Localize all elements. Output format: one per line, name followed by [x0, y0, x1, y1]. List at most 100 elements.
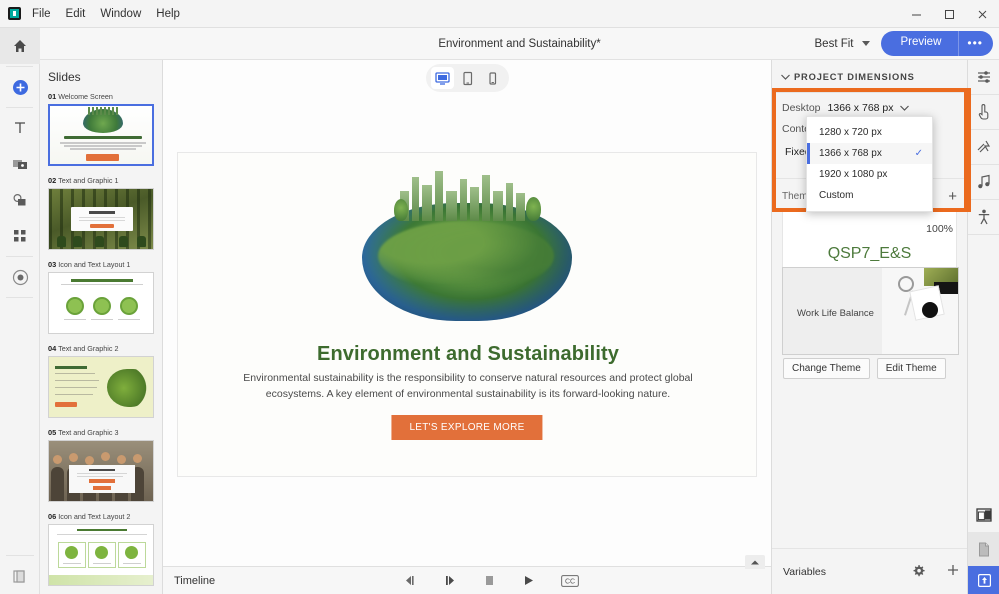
preview-tile-label: Work Life Balance — [797, 308, 874, 319]
variables-add-icon[interactable] — [947, 564, 959, 579]
slide-cta-button[interactable]: LET'S EXPLORE MORE — [391, 415, 542, 440]
zoom-select[interactable]: Best Fit — [811, 36, 875, 52]
highlight-edge — [967, 88, 971, 212]
panel-accessibility-button[interactable] — [968, 200, 999, 234]
slide-title: Icon and Text Layout 2 — [58, 512, 130, 521]
sidebar-item-add[interactable] — [0, 69, 40, 105]
thumb-line — [55, 380, 99, 381]
preview-button[interactable]: Preview — [881, 31, 958, 56]
menu-item-custom[interactable]: Custom — [807, 185, 932, 206]
thumb-icon-circle — [120, 297, 138, 315]
step-back-button[interactable] — [403, 574, 417, 587]
device-mobile-button[interactable] — [481, 67, 504, 89]
home-icon — [12, 38, 28, 54]
menu-edit[interactable]: Edit — [65, 6, 87, 22]
list-item[interactable]: 03 Icon and Text Layout 1 — [40, 260, 162, 344]
thumb-card — [71, 207, 133, 231]
slide-thumbnail[interactable] — [48, 188, 154, 250]
click-hand-icon — [977, 104, 992, 120]
sidebar-item-record[interactable] — [0, 259, 40, 295]
list-item[interactable]: 01 Welcome Screen — [40, 92, 162, 176]
stop-icon — [483, 574, 496, 587]
earth-land-graphic — [378, 221, 554, 291]
list-item[interactable]: 05 Text and Graphic 3 — [40, 428, 162, 512]
slide-thumbnail[interactable] — [48, 356, 154, 418]
maximize-button[interactable] — [933, 0, 966, 28]
sidebar-item-home[interactable] — [0, 28, 40, 64]
slide-heading: Environment and Sustainability — [178, 343, 757, 366]
menu-file[interactable]: File — [31, 6, 52, 22]
more-options-button[interactable]: ••• — [958, 31, 993, 56]
menu-item-1280x720[interactable]: 1280 x 720 px — [807, 122, 932, 143]
chevron-down-icon[interactable] — [900, 102, 909, 114]
closed-captions-button[interactable]: CC — [561, 575, 579, 587]
panel-pages-button[interactable] — [968, 532, 999, 566]
sidebar-item-shapes[interactable] — [0, 182, 40, 218]
step-forward-icon — [443, 574, 457, 587]
thumb-line — [55, 394, 93, 395]
menu-help[interactable]: Help — [155, 6, 181, 22]
device-toggle-bar — [163, 64, 771, 92]
slide-thumbnail[interactable] — [48, 104, 154, 166]
variables-label: Variables — [783, 566, 826, 578]
thumb-card — [69, 465, 135, 493]
device-tablet-button[interactable] — [456, 67, 479, 89]
project-dimensions-header[interactable]: PROJECT DIMENSIONS — [772, 60, 967, 93]
stop-button[interactable] — [483, 574, 496, 587]
slide-caption: 03 Icon and Text Layout 1 — [48, 260, 154, 269]
mobile-icon — [485, 71, 500, 86]
close-button[interactable] — [966, 0, 999, 28]
menu-item-1366x768[interactable]: 1366 x 768 px ✓ — [807, 143, 932, 164]
play-button[interactable] — [522, 574, 535, 587]
dimension-dropdown-menu[interactable]: 1280 x 720 px 1366 x 768 px ✓ 1920 x 108… — [806, 116, 933, 212]
chevron-up-icon — [750, 559, 760, 566]
panel-properties-button[interactable] — [968, 60, 999, 94]
slides-panel: Slides 01 Welcome Screen 02 Text and Gra… — [40, 60, 163, 594]
menu-window[interactable]: Window — [99, 6, 142, 22]
device-desktop-button[interactable] — [431, 67, 454, 89]
media-icon — [12, 156, 28, 172]
slide-title: Welcome Screen — [58, 92, 113, 101]
menu-item-1920x1080[interactable]: 1920 x 1080 px — [807, 164, 932, 185]
panel-audio-button[interactable] — [968, 165, 999, 199]
list-item[interactable]: 02 Text and Graphic 1 — [40, 176, 162, 260]
thumb-grass — [49, 575, 154, 585]
publish-button[interactable] — [968, 566, 999, 594]
desktop-dimension-row[interactable]: Desktop 1366 x 768 px — [772, 93, 967, 114]
timeline-expand-button[interactable] — [745, 555, 765, 569]
add-theme-icon[interactable]: + — [948, 189, 957, 204]
preview-tile[interactable]: Work Life Balance — [782, 267, 959, 355]
slide-caption: 01 Welcome Screen — [48, 92, 154, 101]
menu-bar: File Edit Window Help — [0, 0, 999, 28]
thumb-heading — [77, 529, 127, 531]
slide-caption: 05 Text and Graphic 3 — [48, 428, 154, 437]
panel-effects-button[interactable] — [968, 130, 999, 164]
desktop-label: Desktop — [782, 102, 821, 114]
publish-upload-icon — [977, 573, 992, 588]
sidebar-item-media[interactable] — [0, 146, 40, 182]
slide-thumbnail[interactable] — [48, 440, 154, 502]
slide-thumbnail[interactable] — [48, 272, 154, 334]
thumb-line — [64, 145, 142, 147]
minimize-button[interactable] — [900, 0, 933, 28]
variables-actions — [901, 564, 959, 580]
slide-stage[interactable]: Environment and Sustainability Environme… — [177, 152, 757, 477]
edit-theme-button[interactable]: Edit Theme — [877, 358, 946, 379]
step-forward-button[interactable] — [443, 574, 457, 587]
change-theme-button[interactable]: Change Theme — [783, 358, 870, 379]
slide-thumbnail[interactable] — [48, 524, 154, 586]
list-item[interactable]: 04 Text and Graphic 2 — [40, 344, 162, 428]
thumb-bag — [137, 236, 146, 247]
sidebar-item-components[interactable] — [0, 218, 40, 254]
check-icon: ✓ — [915, 148, 923, 159]
sidebar-item-assets[interactable] — [0, 558, 40, 594]
list-item[interactable]: 06 Icon and Text Layout 2 — [40, 512, 162, 594]
zoom-value: Best Fit — [815, 38, 854, 50]
variables-settings-icon[interactable] — [912, 564, 925, 580]
desktop-icon — [435, 71, 450, 86]
slide-caption: 02 Text and Graphic 1 — [48, 176, 154, 185]
play-icon — [522, 574, 535, 587]
panel-interactions-button[interactable] — [968, 95, 999, 129]
panel-layout-button[interactable] — [968, 498, 999, 532]
sidebar-item-text[interactable] — [0, 110, 40, 146]
